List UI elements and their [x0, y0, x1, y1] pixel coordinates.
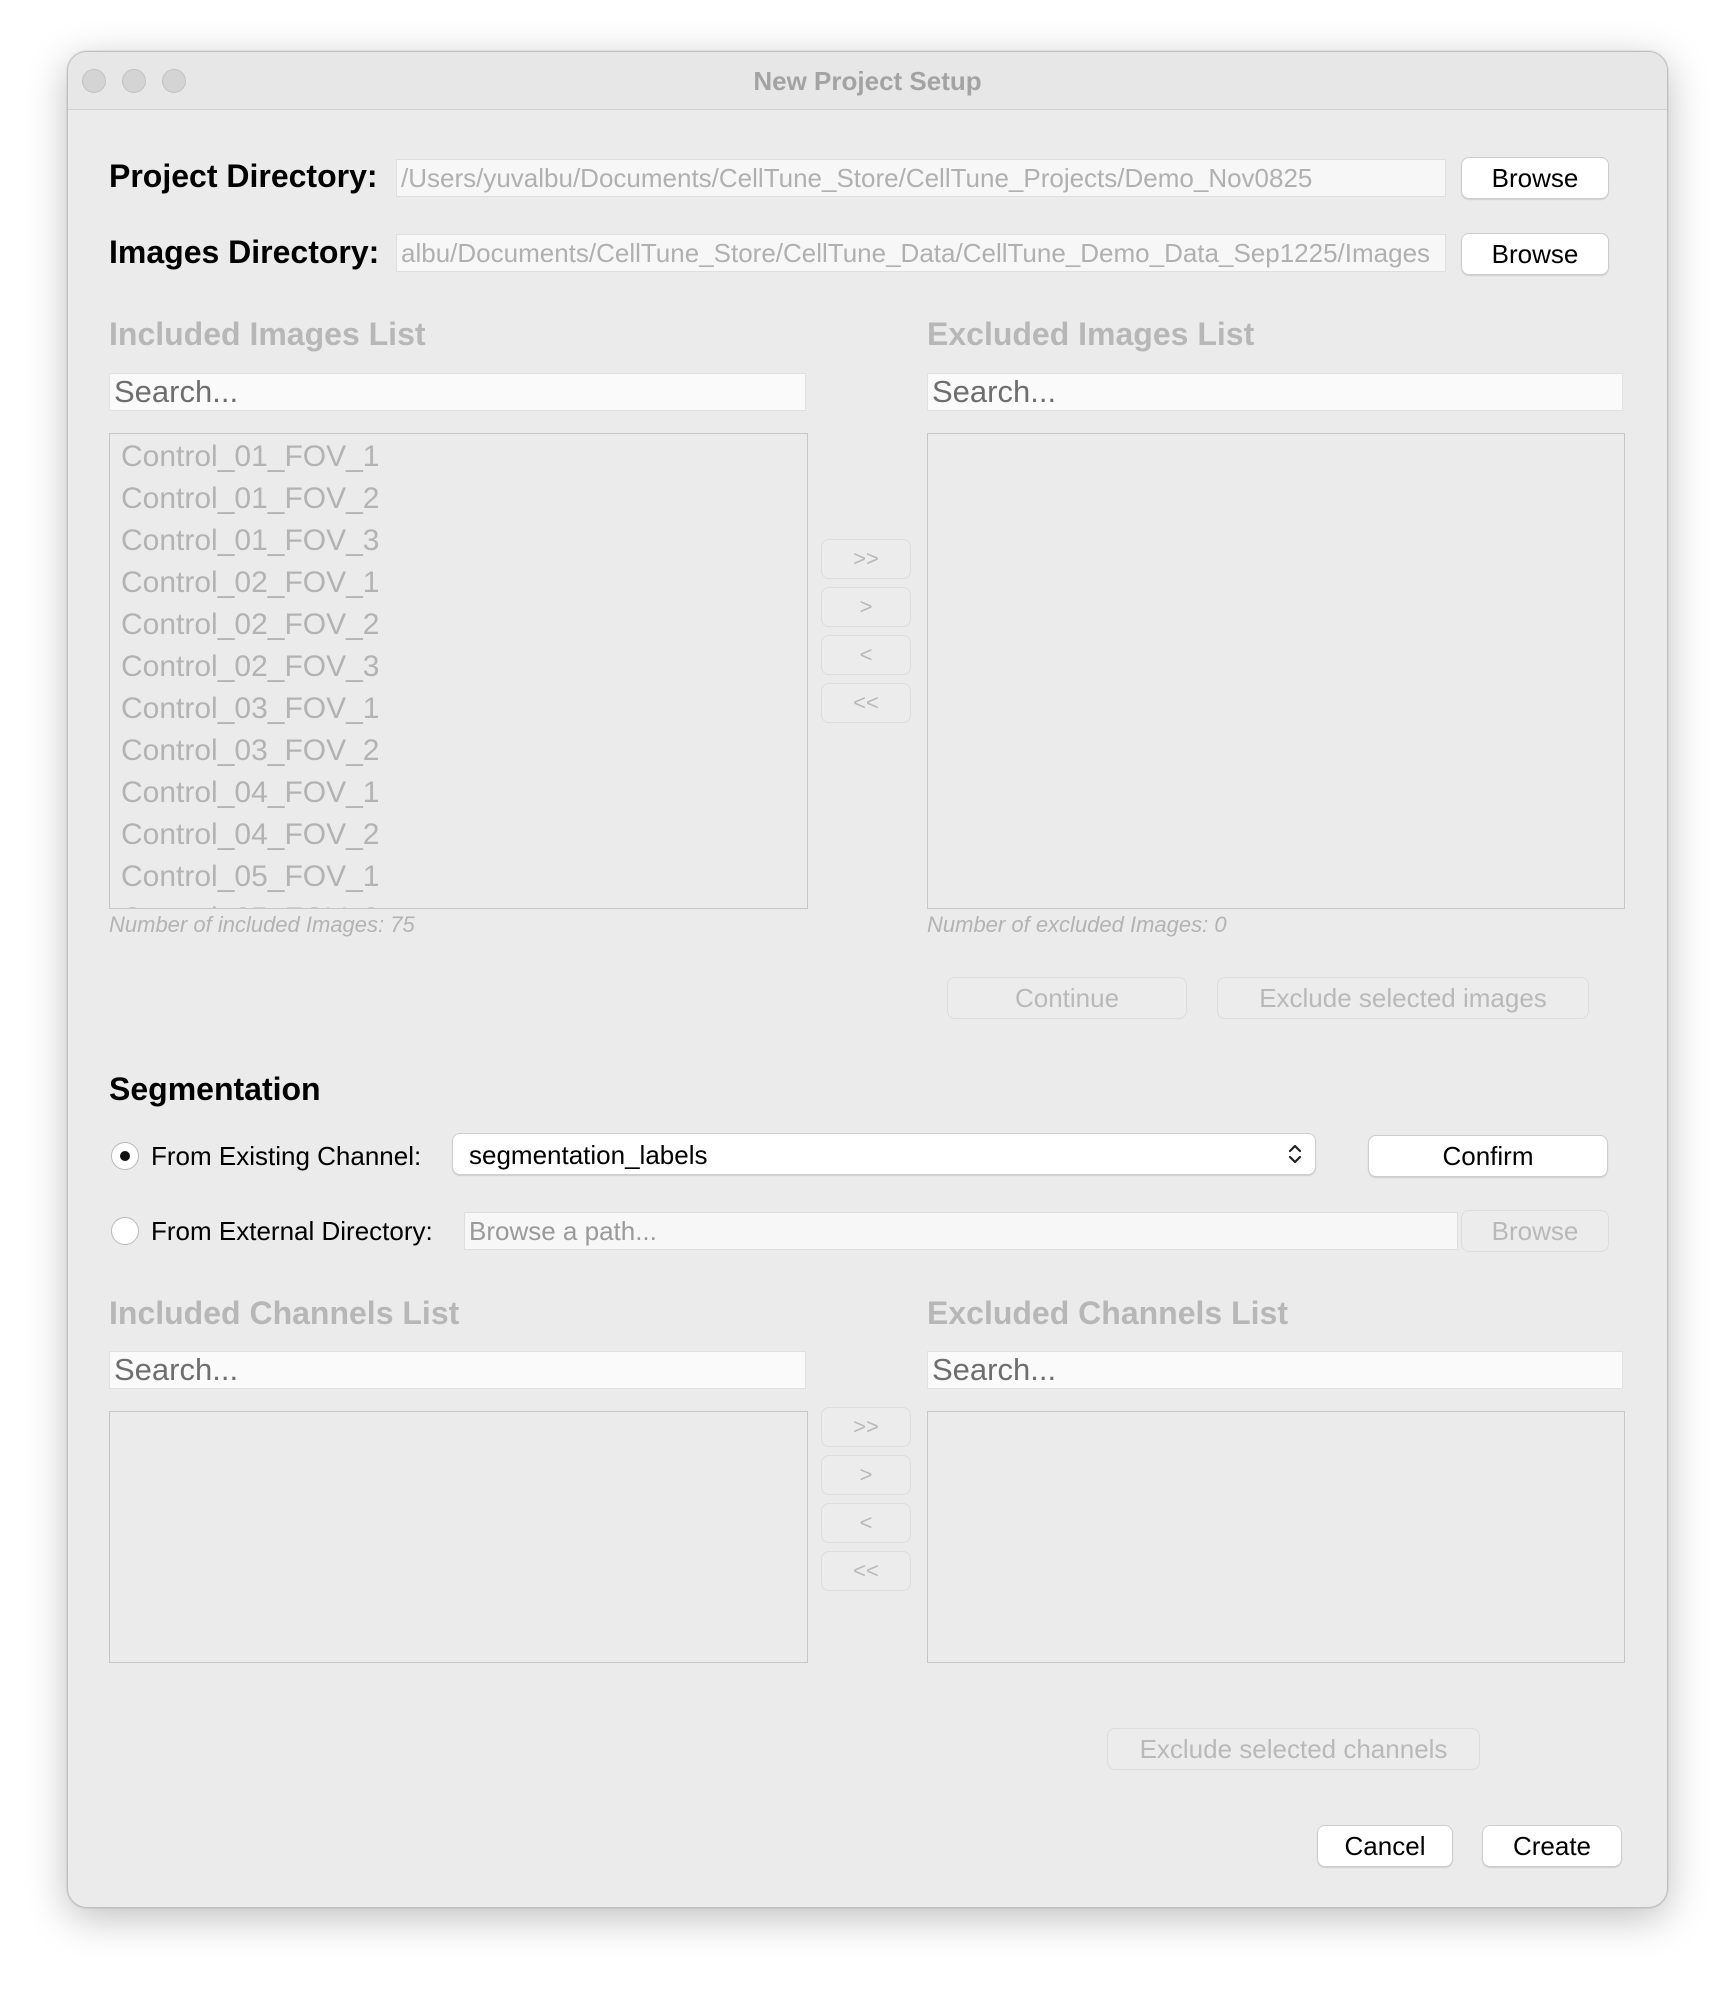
included-channels-search-input[interactable]: Search...: [109, 1351, 806, 1389]
project-directory-browse-button[interactable]: Browse: [1461, 157, 1609, 199]
project-directory-label: Project Directory:: [109, 158, 378, 194]
excluded-channels-list[interactable]: [927, 1411, 1625, 1663]
confirm-button[interactable]: Confirm: [1368, 1135, 1608, 1177]
excluded-images-count: Number of excluded Images: 0: [927, 912, 1227, 937]
included-image-item[interactable]: Control_02_FOV_2: [110, 604, 807, 646]
exclude-selected-images-button[interactable]: Exclude selected images: [1217, 977, 1589, 1019]
move-all-right-button[interactable]: >>: [821, 539, 911, 579]
included-image-item[interactable]: Control_04_FOV_2: [110, 814, 807, 856]
included-channels-list[interactable]: [109, 1411, 808, 1663]
from-external-directory-label: From External Directory:: [151, 1216, 433, 1246]
included-images-count: Number of included Images: 75: [109, 912, 415, 937]
included-channels-title: Included Channels List: [109, 1295, 460, 1331]
segmentation-title: Segmentation: [109, 1071, 321, 1107]
included-image-item[interactable]: Control_01_FOV_1: [110, 436, 807, 478]
cancel-button[interactable]: Cancel: [1317, 1825, 1453, 1867]
exclude-selected-channels-button[interactable]: Exclude selected channels: [1107, 1728, 1480, 1770]
radio-selected-dot: [120, 1151, 130, 1161]
included-image-item[interactable]: Control_05_FOV_2: [110, 898, 807, 908]
included-image-item[interactable]: Control_01_FOV_3: [110, 520, 807, 562]
included-images-title: Included Images List: [109, 316, 426, 352]
included-image-item[interactable]: Control_05_FOV_1: [110, 856, 807, 898]
from-existing-channel-label: From Existing Channel:: [151, 1141, 422, 1171]
included-image-item[interactable]: Control_02_FOV_1: [110, 562, 807, 604]
external-directory-input[interactable]: Browse a path...: [464, 1212, 1458, 1250]
move-all-left-button[interactable]: <<: [821, 683, 911, 723]
channel-move-left-button[interactable]: <: [821, 1503, 911, 1543]
window-title: New Project Setup: [753, 66, 982, 96]
included-image-item[interactable]: Control_01_FOV_2: [110, 478, 807, 520]
segmentation-channel-value: segmentation_labels: [469, 1140, 708, 1170]
external-directory-browse-button[interactable]: Browse: [1461, 1210, 1609, 1252]
continue-button[interactable]: Continue: [947, 977, 1187, 1019]
create-button[interactable]: Create: [1482, 1825, 1622, 1867]
included-image-item[interactable]: Control_02_FOV_3: [110, 646, 807, 688]
included-images-list[interactable]: Control_01_FOV_1 Control_01_FOV_2 Control_…: [109, 433, 808, 909]
select-updown-icon: [1287, 1140, 1303, 1175]
images-directory-value: albu/Documents/CellTune_Store/CellTune_D…: [401, 238, 1431, 268]
channel-move-all-right-button[interactable]: >>: [821, 1407, 911, 1447]
move-left-button[interactable]: <: [821, 635, 911, 675]
excluded-images-list[interactable]: [927, 433, 1625, 909]
included-image-item[interactable]: Control_03_FOV_1: [110, 688, 807, 730]
from-existing-channel-radio[interactable]: [111, 1142, 139, 1170]
images-directory-label: Images Directory:: [109, 234, 380, 270]
move-right-button[interactable]: >: [821, 587, 911, 627]
channel-move-all-left-button[interactable]: <<: [821, 1551, 911, 1591]
images-directory-browse-button[interactable]: Browse: [1461, 233, 1609, 275]
included-image-item[interactable]: Control_03_FOV_2: [110, 730, 807, 772]
from-external-directory-radio[interactable]: [111, 1217, 139, 1245]
included-image-item[interactable]: Control_04_FOV_1: [110, 772, 807, 814]
segmentation-channel-select[interactable]: segmentation_labels: [452, 1133, 1316, 1175]
included-images-search-input[interactable]: Search...: [109, 373, 806, 411]
channel-move-right-button[interactable]: >: [821, 1455, 911, 1495]
excluded-channels-title: Excluded Channels List: [927, 1295, 1288, 1331]
new-project-window: New Project Setup Project Directory: /Us…: [67, 51, 1668, 1908]
title-bar: New Project Setup: [68, 52, 1667, 110]
images-directory-field[interactable]: albu/Documents/CellTune_Store/CellTune_D…: [396, 234, 1446, 272]
excluded-images-search-input[interactable]: Search...: [927, 373, 1623, 411]
project-directory-field[interactable]: /Users/yuvalbu/Documents/CellTune_Store/…: [396, 159, 1446, 197]
excluded-channels-search-input[interactable]: Search...: [927, 1351, 1623, 1389]
excluded-images-title: Excluded Images List: [927, 316, 1255, 352]
